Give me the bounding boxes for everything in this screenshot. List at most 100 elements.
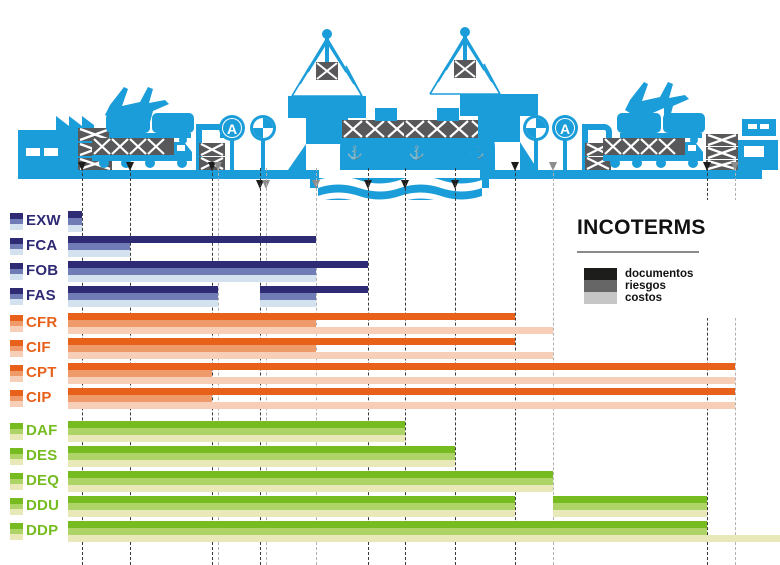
band-riesgos-cif (68, 345, 316, 352)
term-swatch-icon (10, 238, 23, 256)
term-label-fas: FAS (26, 287, 56, 304)
band-riesgos-fas (68, 293, 218, 300)
term-swatch-icon (10, 315, 23, 333)
term-swatch-icon (10, 423, 23, 441)
legend-title: INCOTERMS (577, 216, 706, 239)
band-costos-daf (68, 435, 405, 442)
band-riesgos-des (68, 453, 455, 460)
band-costos-cfr (68, 327, 553, 334)
term-label-fca: FCA (26, 237, 58, 254)
term-bars (0, 337, 780, 359)
term-swatch-icon (10, 498, 23, 516)
band-costos-cif (68, 352, 553, 359)
legend-divider (577, 251, 699, 253)
legend-swatch-costos (584, 292, 617, 304)
term-label-cip: CIP (26, 389, 52, 406)
band-documentos-ddu (553, 496, 707, 503)
band-riesgos-ddu (553, 503, 707, 510)
term-swatch-icon (10, 448, 23, 466)
term-row[interactable]: DEQ (0, 470, 780, 492)
legend-label-documentos: documentos (625, 268, 694, 280)
band-costos-ddu (68, 510, 515, 517)
legend-key-documentos: documentos (584, 268, 693, 280)
band-documentos-ddp (68, 521, 707, 528)
term-label-cpt: CPT (26, 364, 57, 381)
term-bars (0, 387, 780, 409)
term-label-cif: CIF (26, 339, 51, 356)
band-documentos-des (68, 446, 455, 453)
truck-icon (92, 138, 192, 168)
term-group-orange: CFR CIF CPT CIP (0, 312, 780, 412)
band-costos-deq (68, 485, 553, 492)
band-costos-cip (68, 402, 735, 409)
term-row[interactable]: DDP (0, 520, 780, 542)
band-riesgos-fca (68, 243, 130, 250)
term-bars (0, 495, 780, 517)
legend-key-costos: costos (584, 292, 693, 304)
term-swatch-icon (10, 288, 23, 306)
band-riesgos-fob (68, 268, 316, 275)
band-documentos-daf (68, 421, 405, 428)
band-riesgos-daf (68, 428, 405, 435)
legend-label-costos: costos (625, 292, 663, 304)
band-documentos-cif (68, 338, 515, 345)
band-documentos-deq (68, 471, 553, 478)
term-swatch-icon (10, 523, 23, 541)
term-row[interactable]: DAF (0, 420, 780, 442)
svg-text:⚓: ⚓ (409, 145, 425, 160)
svg-text:A: A (560, 121, 570, 137)
band-costos-des (68, 460, 455, 467)
term-label-des: DES (26, 447, 58, 464)
legend-swatch-riesgos (584, 280, 617, 292)
band-riesgos-exw (68, 218, 82, 225)
incoterms-infographic: A ⚓ ⚓ A EXW FCA FOB FAS CFR CIF CPT CIP … (0, 0, 780, 565)
term-bars (0, 362, 780, 384)
term-row[interactable]: CPT (0, 362, 780, 384)
term-row[interactable]: DES (0, 445, 780, 467)
truck-icon (603, 138, 703, 168)
term-label-deq: DEQ (26, 472, 60, 489)
term-swatch-icon (10, 263, 23, 281)
band-documentos-fob (68, 261, 368, 268)
svg-text:A: A (227, 121, 237, 137)
band-riesgos-cfr (68, 320, 316, 327)
legend-key-riesgos: riesgos (584, 280, 693, 292)
term-label-daf: DAF (26, 422, 58, 439)
warehouse-icon (738, 119, 778, 170)
band-riesgos-cip (68, 395, 212, 402)
legend-label-riesgos: riesgos (625, 280, 666, 292)
band-costos-ddu (553, 510, 707, 517)
band-documentos-cip (68, 388, 735, 395)
band-riesgos-ddp (68, 528, 707, 535)
legend-key-list: documentos riesgos costos (584, 268, 693, 304)
band-documentos-cfr (68, 313, 515, 320)
term-label-ddp: DDP (26, 522, 59, 539)
term-swatch-icon (10, 213, 23, 231)
band-documentos-ddu (68, 496, 515, 503)
legend-panel: INCOTERMS documentos riesgos costos (556, 200, 780, 318)
term-group-green: DAF DES DEQ DDU DDP (0, 420, 780, 545)
band-riesgos-deq (68, 478, 553, 485)
sign-pie-icon (250, 115, 276, 171)
term-swatch-icon (10, 340, 23, 358)
term-label-ddu: DDU (26, 497, 60, 514)
term-label-fob: FOB (26, 262, 59, 279)
term-swatch-icon (10, 473, 23, 491)
term-row[interactable]: DDU (0, 495, 780, 517)
band-costos-fas (68, 300, 218, 307)
band-costos-fas (260, 300, 316, 307)
term-swatch-icon (10, 390, 23, 408)
term-label-exw: EXW (26, 212, 61, 229)
term-bars (0, 420, 780, 442)
term-row[interactable]: CIP (0, 387, 780, 409)
band-riesgos-cpt (68, 370, 212, 377)
band-documentos-exw (68, 211, 82, 218)
term-row[interactable]: CIF (0, 337, 780, 359)
band-costos-cpt (68, 377, 735, 384)
band-documentos-fca (68, 236, 316, 243)
band-riesgos-ddu (68, 503, 515, 510)
term-swatch-icon (10, 365, 23, 383)
band-documentos-cpt (68, 363, 735, 370)
band-costos-exw (68, 225, 82, 232)
band-riesgos-fas (260, 293, 316, 300)
